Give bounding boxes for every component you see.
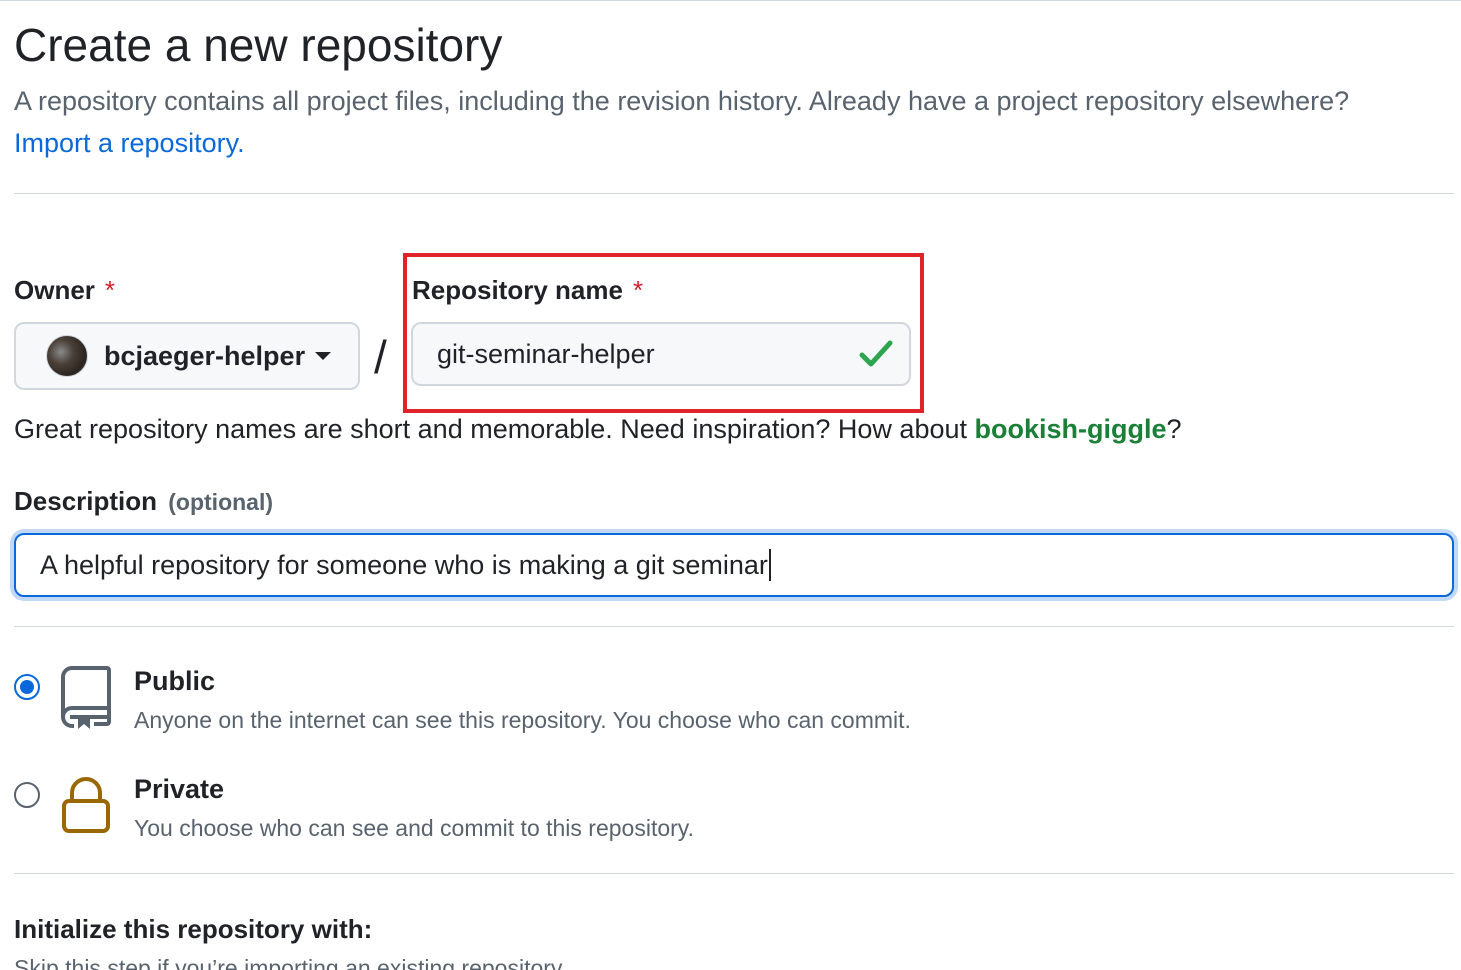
owner-label: Owner * [14,273,115,307]
page-title: Create a new repository [14,19,503,71]
repository-name-hint: Great repository names are short and mem… [14,411,1182,447]
description-label-text: Description [14,486,158,516]
private-radio[interactable] [14,782,40,808]
initialize-section-title: Initialize this repository with: [14,914,373,944]
owner-name: bcjaeger-helper [104,340,306,371]
repo-icon [61,666,111,729]
text-cursor [768,549,771,581]
divider [14,873,1454,874]
description-label: Description (optional) [14,484,273,519]
description-value: A helpful repository for someone who is … [40,549,768,580]
page-subtitle: A repository contains all project files,… [14,86,1350,116]
chevron-down-icon [315,352,332,360]
repository-name-label: Repository name * [412,273,643,307]
owner-required-mark: * [104,275,116,305]
hint-suffix: ? [1166,414,1182,444]
public-option-description: Anyone on the internet can see this repo… [134,707,911,733]
create-repository-page: Create a new repository A repository con… [0,0,1461,970]
initialize-section-description: Skip this step if you’re importing an ex… [14,955,568,970]
avatar [46,335,88,377]
description-input[interactable]: A helpful repository for someone who is … [14,533,1454,597]
repository-name-value: git-seminar-helper [437,338,655,369]
name-suggestion-link[interactable]: bookish-giggle [975,414,1167,444]
repository-name-required-mark: * [632,275,644,305]
divider [14,193,1454,194]
check-icon [859,340,893,367]
divider [14,626,1454,627]
public-radio[interactable] [14,674,40,700]
repository-name-input[interactable]: git-seminar-helper [411,322,911,386]
lock-icon [62,777,110,833]
private-option-title: Private [134,774,225,804]
owner-label-text: Owner [14,275,95,305]
owner-dropdown[interactable]: bcjaeger-helper [14,322,360,390]
public-option-title: Public [134,666,216,696]
owner-repo-separator: / [374,331,387,383]
private-option-description: You choose who can see and commit to thi… [134,815,694,841]
hint-text: Great repository names are short and mem… [14,414,975,444]
repository-name-label-text: Repository name [412,275,623,305]
description-optional-tag: (optional) [168,489,274,515]
import-repository-link[interactable]: Import a repository. [14,125,245,161]
